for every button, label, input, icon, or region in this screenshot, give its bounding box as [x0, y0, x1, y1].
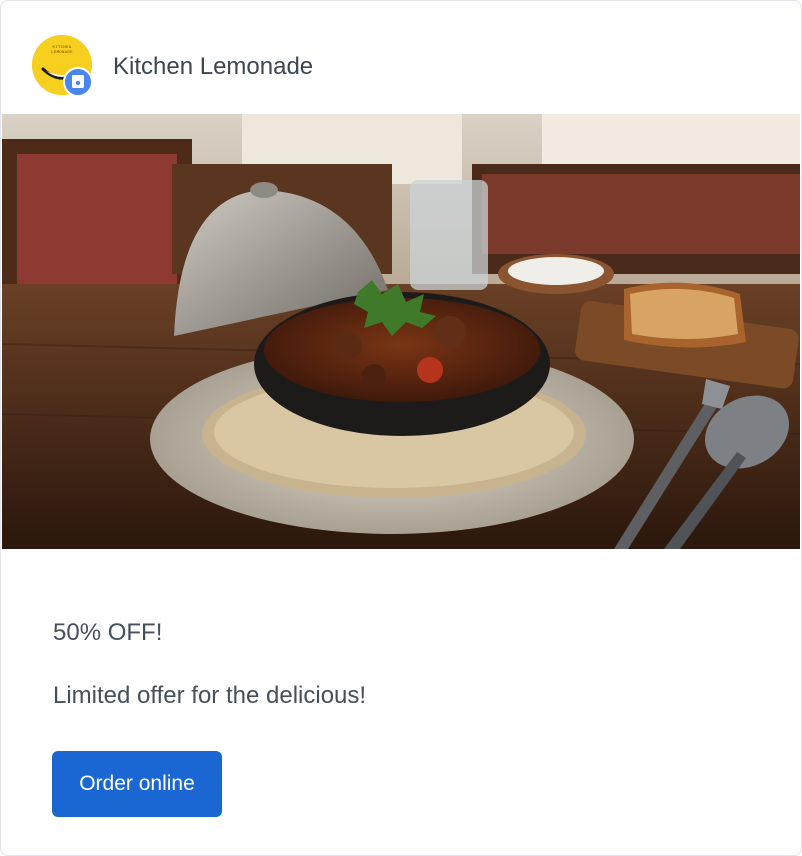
offer-description: Limited offer for the delicious!	[53, 682, 367, 709]
store-icon	[72, 75, 84, 88]
order-online-button[interactable]: Order online	[52, 751, 222, 817]
business-post-card: KITCHEN LEMONADE Kitchen Lemonade 50% OF…	[0, 0, 802, 856]
hero-food-image	[2, 114, 800, 549]
offer-headline: 50% OFF!	[53, 619, 163, 646]
post-header: KITCHEN LEMONADE Kitchen Lemonade	[1, 1, 801, 114]
store-badge	[63, 67, 93, 97]
business-name[interactable]: Kitchen Lemonade	[113, 53, 313, 81]
post-body: 50% OFF! Limited offer for the delicious…	[1, 549, 801, 855]
food-photo	[2, 114, 800, 549]
logo-text: KITCHEN LEMONADE	[51, 46, 73, 55]
